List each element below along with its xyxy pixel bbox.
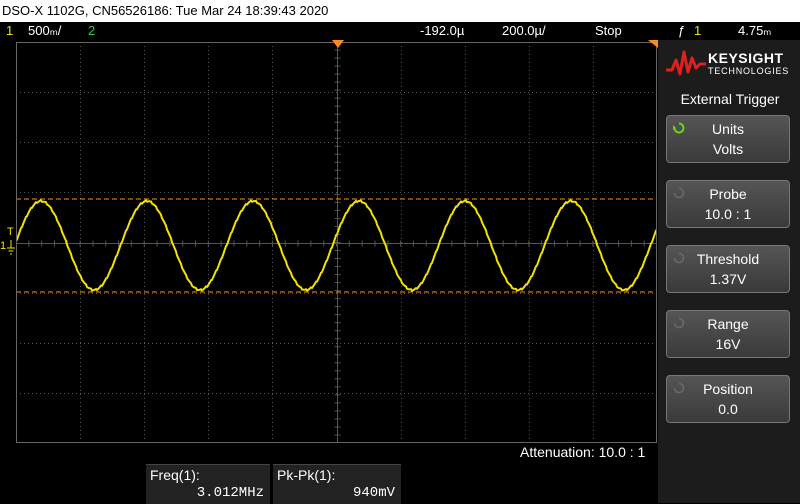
softkey-probe[interactable]: Probe 10.0 : 1 [666, 180, 790, 228]
measurement-freq-label: Freq(1): [150, 467, 200, 483]
ch1-scale[interactable]: 500ₘ/ [28, 22, 61, 40]
measurement-freq-value: 3.012MHz [196, 485, 264, 501]
softkey-units-value: Volts [712, 141, 744, 157]
softkey-range[interactable]: Range 16V [666, 310, 790, 358]
measurement-pkpk[interactable]: Pk-Pk(1): 940mV [273, 464, 401, 504]
brand-name: KEYSIGHT [708, 50, 784, 66]
measurement-freq[interactable]: Freq(1): 3.012MHz [146, 464, 270, 504]
softkey-probe-value: 10.0 : 1 [704, 206, 752, 222]
trigger-position-marker [332, 40, 344, 48]
right-edge-marker [648, 40, 658, 48]
keysight-wave-icon [666, 50, 706, 76]
run-state: Stop [595, 23, 622, 38]
measurement-pkpk-label: Pk-Pk(1): [277, 467, 336, 483]
softkey-range-value: 16V [715, 336, 741, 352]
softkey-range-label: Range [707, 316, 749, 332]
softkey-position-label: Position [703, 381, 753, 397]
softkey-units-label: Units [712, 121, 744, 137]
softkey-threshold-value: 1.37V [709, 271, 747, 287]
ground-icon [7, 240, 15, 255]
trigger-level-marker: T [7, 226, 14, 238]
ch1-number[interactable]: 1 [6, 22, 13, 40]
brand-subtitle: TECHNOLOGIES [708, 66, 790, 76]
softkey-position[interactable]: Position 0.0 [666, 375, 790, 423]
graticule [15, 41, 658, 444]
trigger-channel: 1 [694, 23, 702, 38]
trigger-edge-icon: ƒ [678, 23, 686, 38]
waveform-display[interactable] [15, 41, 658, 444]
softkey-threshold[interactable]: Threshold 1.37V [666, 245, 790, 293]
status-bar: 1 500ₘ/ 2 -192.0µ 200.0µ/ Stop ƒ 1 4.75ₘ [0, 22, 800, 40]
menu-title: External Trigger [680, 91, 780, 107]
time-scale[interactable]: 200.0µ/ [502, 22, 546, 40]
trigger-level: 4.75ₘ [738, 23, 772, 38]
softkey-position-value: 0.0 [718, 401, 738, 417]
time-offset[interactable]: -192.0µ [420, 22, 464, 40]
softkey-units[interactable]: Units Volts [666, 115, 790, 163]
measurement-pkpk-value: 940mV [352, 485, 395, 501]
keysight-logo: KEYSIGHT TECHNOLOGIES [664, 44, 796, 84]
attenuation-readout: Attenuation: 10.0 : 1 [520, 444, 646, 460]
softkey-threshold-label: Threshold [696, 251, 760, 267]
softkey-probe-label: Probe [709, 186, 747, 202]
window-title: DSO-X 1102G, CN56526186: Tue Mar 24 18:3… [0, 0, 800, 22]
ch2-number[interactable]: 2 [88, 22, 95, 40]
